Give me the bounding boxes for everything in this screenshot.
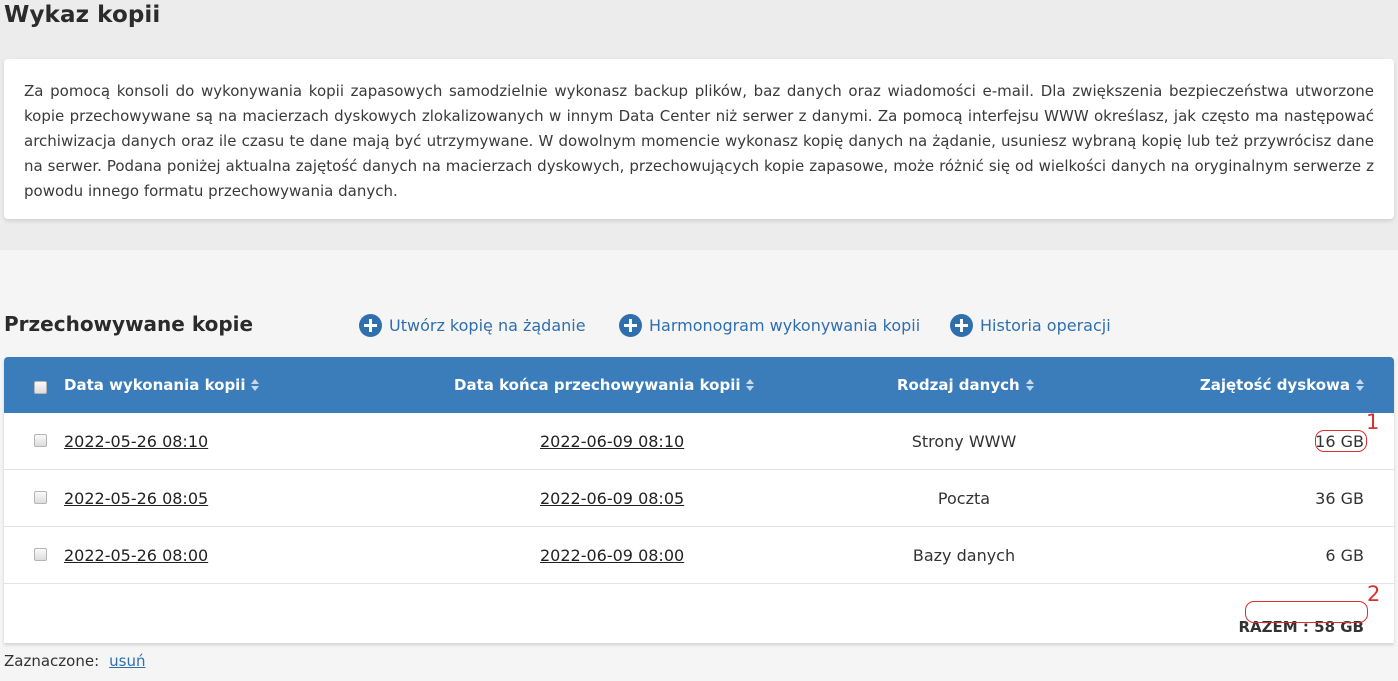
- type-cell: Strony WWW: [911, 432, 1017, 451]
- created-date-link[interactable]: 2022-05-26 08:10: [64, 432, 208, 451]
- schedule-label: Harmonogram wykonywania kopii: [649, 315, 921, 335]
- table-header: Data wykonania kopii Data końca przechow…: [4, 357, 1394, 413]
- schedule-link[interactable]: Harmonogram wykonywania kopii: [619, 313, 920, 337]
- expires-cell: 2022-06-09 08:10: [540, 413, 684, 470]
- type-cell: Poczta: [937, 489, 991, 508]
- table-row: 2022-05-26 08:00 2022-06-09 08:00 Bazy d…: [4, 527, 1394, 584]
- annotation-box-1: [1315, 430, 1367, 452]
- column-type[interactable]: Rodzaj danych: [897, 357, 1034, 413]
- column-expires[interactable]: Data końca przechowywania kopii: [454, 357, 755, 413]
- created-date-link[interactable]: 2022-05-26 08:05: [64, 489, 208, 508]
- created-cell: 2022-05-26 08:00: [64, 527, 208, 584]
- select-all-checkbox[interactable]: [34, 381, 47, 394]
- expires-cell: 2022-06-09 08:00: [540, 527, 684, 584]
- selected-actions: Zaznaczone: usuń: [4, 652, 145, 670]
- sort-icon: [746, 379, 755, 391]
- expires-date-link[interactable]: 2022-06-09 08:10: [540, 432, 684, 451]
- column-type-label: Rodzaj danych: [897, 376, 1020, 394]
- created-date-link[interactable]: 2022-05-26 08:00: [64, 546, 208, 565]
- created-cell: 2022-05-26 08:10: [64, 413, 208, 470]
- expires-cell: 2022-06-09 08:05: [540, 470, 684, 527]
- sort-icon: [251, 379, 260, 391]
- delete-selected-link[interactable]: usuń: [109, 652, 145, 670]
- create-backup-link[interactable]: Utwórz kopię na żądanie: [359, 313, 586, 337]
- sort-icon: [1025, 379, 1034, 391]
- column-size-label: Zajętość dyskowa: [1199, 376, 1350, 394]
- size-cell: 36 GB: [1315, 489, 1364, 508]
- annotation-number-2: 2: [1367, 582, 1381, 606]
- page-title: Wykaz kopii: [4, 2, 161, 28]
- column-size[interactable]: Zajętość dyskowa: [1200, 357, 1364, 413]
- column-expires-label: Data końca przechowywania kopii: [454, 376, 741, 394]
- annotation-box-2: [1245, 601, 1368, 623]
- table-row: 2022-05-26 08:10 2022-06-09 08:10 Strony…: [4, 413, 1394, 470]
- type-cell: Bazy danych: [912, 546, 1016, 565]
- expires-date-link[interactable]: 2022-06-09 08:00: [540, 546, 684, 565]
- created-cell: 2022-05-26 08:05: [64, 470, 208, 527]
- row-checkbox[interactable]: [34, 548, 47, 561]
- history-label: Historia operacji: [980, 315, 1111, 335]
- column-created-label: Data wykonania kopii: [64, 376, 246, 394]
- table-row: 2022-05-26 08:05 2022-06-09 08:05 Poczta…: [4, 470, 1394, 527]
- section-title: Przechowywane kopie: [4, 312, 254, 336]
- create-backup-label: Utwórz kopię na żądanie: [389, 315, 586, 335]
- history-link[interactable]: Historia operacji: [950, 313, 1111, 337]
- size-cell: 6 GB: [1325, 546, 1364, 565]
- plus-circle-icon: [950, 313, 973, 337]
- annotation-number-1: 1: [1366, 410, 1380, 434]
- selected-label: Zaznaczone:: [4, 652, 100, 670]
- info-box: Za pomocą konsoli do wykonywania kopii z…: [4, 59, 1394, 219]
- total-row: RAZEM : 58 GB: [4, 584, 1394, 641]
- plus-circle-icon: [619, 313, 642, 337]
- plus-circle-icon: [359, 313, 382, 337]
- row-checkbox[interactable]: [34, 491, 47, 504]
- sort-icon: [1356, 379, 1364, 391]
- column-created[interactable]: Data wykonania kopii: [64, 357, 260, 413]
- expires-date-link[interactable]: 2022-06-09 08:05: [540, 489, 684, 508]
- backups-table: Data wykonania kopii Data końca przechow…: [4, 357, 1394, 643]
- info-description: Za pomocą konsoli do wykonywania kopii z…: [24, 82, 1374, 200]
- row-checkbox[interactable]: [34, 434, 47, 447]
